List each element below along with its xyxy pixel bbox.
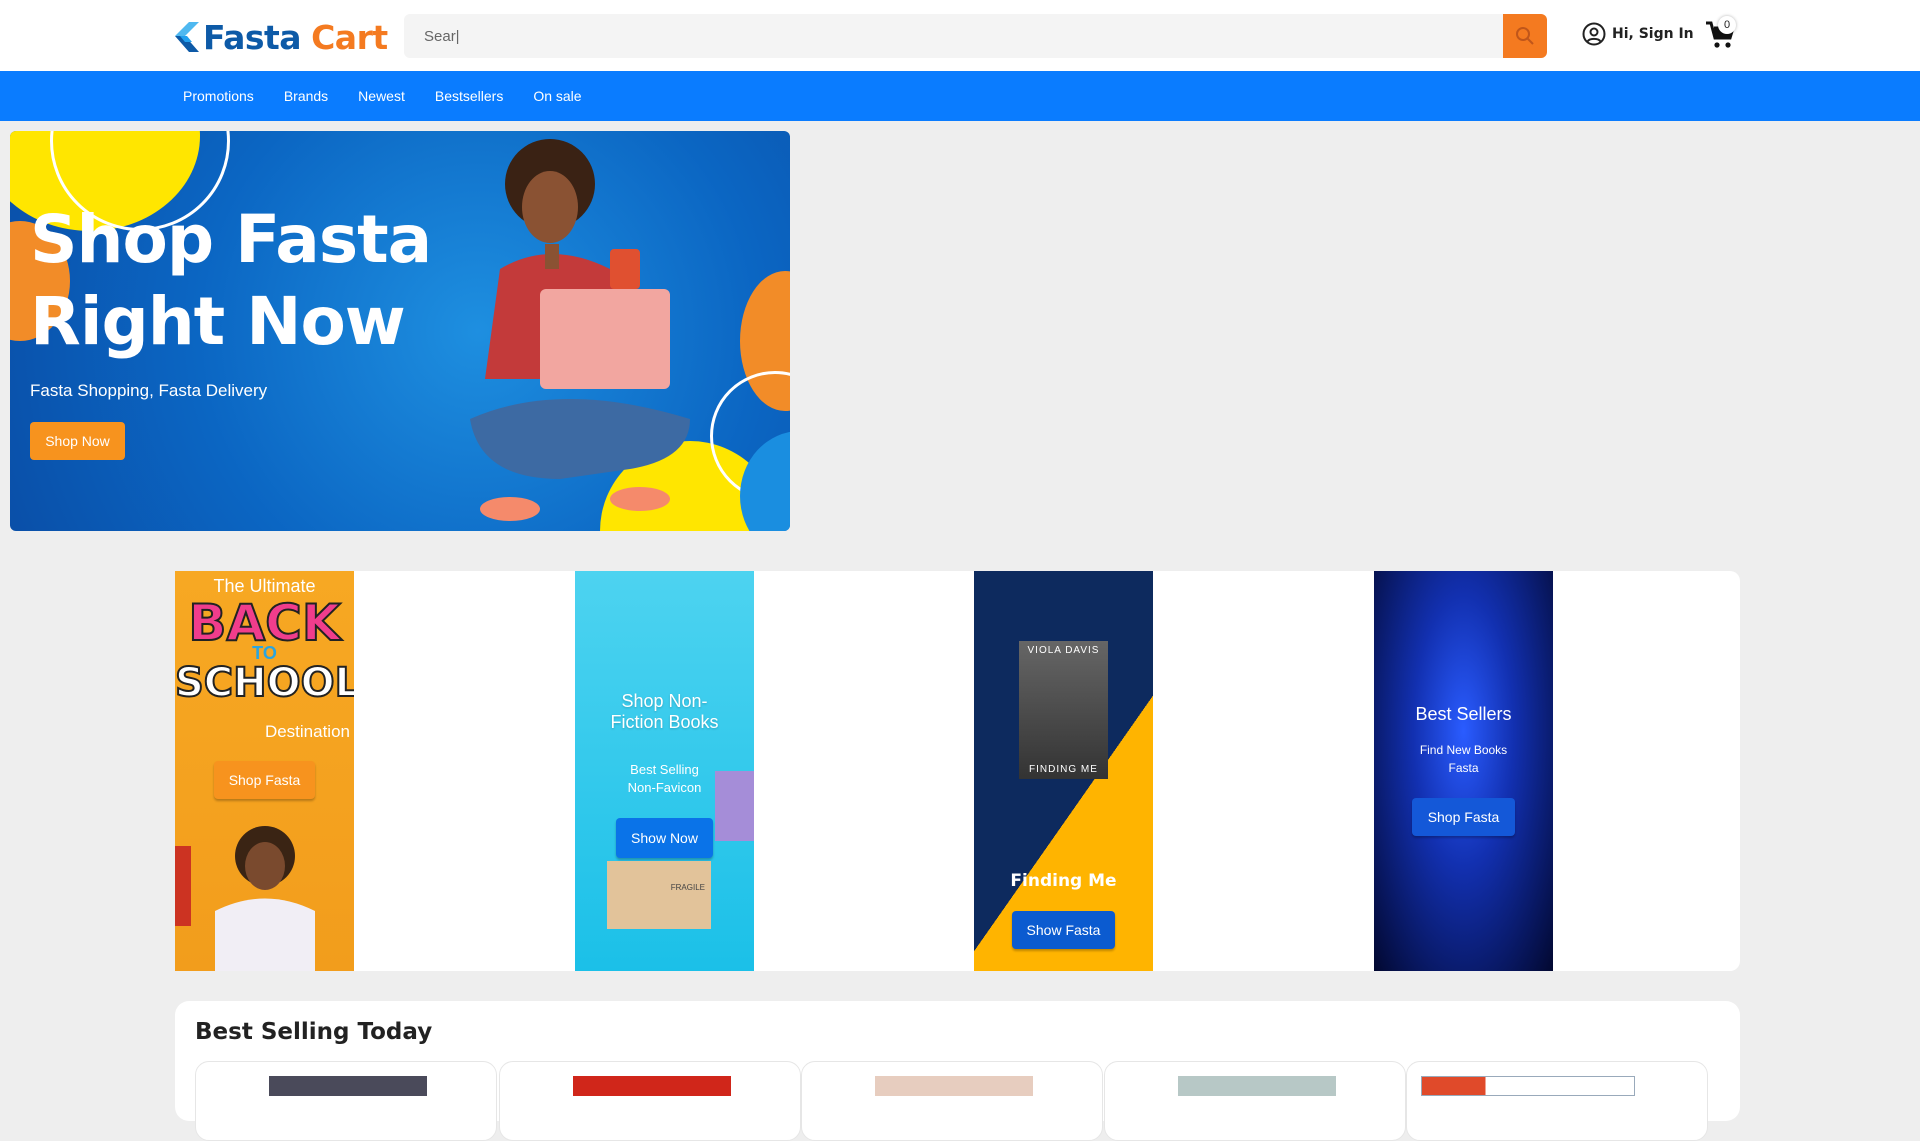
search-input[interactable] <box>404 14 1547 58</box>
hero-title-line1: Shop Fasta <box>30 201 432 278</box>
promo-card-back-to-school[interactable]: The Ultimate BACK TO SCHOOL Destination … <box>175 571 354 971</box>
show-now-button[interactable]: Show Now <box>616 818 713 858</box>
product-image <box>875 1076 1033 1096</box>
logo-text-cart: Cart <box>311 17 388 57</box>
logo-chevron-icon <box>175 22 199 52</box>
promo-title-school: SCHOOL <box>175 659 354 707</box>
promo-card-finding-me[interactable]: VIOLA DAVIS FINDING ME Finding Me Show F… <box>974 571 1153 971</box>
product-card[interactable] <box>1104 1061 1406 1141</box>
shop-fasta-button[interactable]: Shop Fasta <box>214 761 315 799</box>
section-title: Best Selling Today <box>195 1019 433 1045</box>
promo-title-top: The Ultimate <box>213 576 316 596</box>
nav-promotions[interactable]: Promotions <box>183 88 254 104</box>
promo-subtitle: Find New Books Fasta <box>1419 743 1508 775</box>
hero-title: Shop Fasta Right Now <box>30 199 432 363</box>
promo-title-back: BACK <box>187 594 341 652</box>
product-card[interactable] <box>499 1061 801 1141</box>
sign-in-link[interactable]: Hi, Sign In <box>1582 22 1694 46</box>
product-card[interactable] <box>1406 1061 1708 1141</box>
user-circle-icon <box>1582 22 1606 46</box>
logo[interactable]: Fasta Cart <box>175 16 388 58</box>
promo-cards-section: The Ultimate BACK TO SCHOOL Destination … <box>175 571 1740 971</box>
shop-fasta-button[interactable]: Shop Fasta <box>1412 798 1515 836</box>
nav-bar: Promotions Brands Newest Bestsellers On … <box>0 71 1920 121</box>
nav-bestsellers[interactable]: Bestsellers <box>435 88 503 104</box>
product-card[interactable] <box>195 1061 497 1141</box>
box-label: FRAGILE <box>670 883 705 892</box>
book-author: VIOLA DAVIS <box>1027 645 1100 656</box>
box-illustration: FRAGILE <box>607 861 711 929</box>
nav-on-sale[interactable]: On sale <box>533 88 581 104</box>
promo-title-bottom: Destination <box>264 722 350 741</box>
hero-title-line2: Right Now <box>30 283 406 360</box>
book-cover: VIOLA DAVIS FINDING ME <box>1019 641 1108 779</box>
cart-count-badge: 0 <box>1718 16 1736 34</box>
search-icon <box>1516 27 1534 45</box>
promo-card-non-fiction[interactable]: Shop Non-Fiction Books Best Selling Non-… <box>575 571 754 971</box>
show-fasta-button[interactable]: Show Fasta <box>1012 911 1115 949</box>
hero-subtitle: Fasta Shopping, Fasta Delivery <box>30 381 268 400</box>
promo-title: Shop Non-Fiction Books <box>610 691 719 732</box>
logo-text-fasta: Fasta <box>203 17 302 57</box>
promo-card-best-sellers[interactable]: Best Sellers Find New Books Fasta Shop F… <box>1374 571 1553 971</box>
best-selling-section: Best Selling Today <box>175 1001 1740 1141</box>
promo-title: Best Sellers <box>1415 704 1512 724</box>
product-image <box>573 1076 731 1096</box>
product-image <box>1178 1076 1336 1096</box>
cart-illustration <box>715 771 754 841</box>
product-image <box>1421 1076 1635 1096</box>
book-cover-title: FINDING ME <box>1029 764 1098 775</box>
product-card[interactable] <box>801 1061 1103 1141</box>
nav-newest[interactable]: Newest <box>358 88 405 104</box>
nav-brands[interactable]: Brands <box>284 88 328 104</box>
hero-banner: Shop Fasta Right Now Fasta Shopping, Fast… <box>10 131 790 531</box>
product-image <box>269 1076 427 1096</box>
sign-in-label: Hi, Sign In <box>1612 26 1694 42</box>
shop-now-button[interactable]: Shop Now <box>30 422 125 460</box>
hero-person-illustration <box>470 139 690 521</box>
search-button[interactable] <box>1503 14 1547 58</box>
child-illustration <box>175 826 315 971</box>
promo-title: Finding Me <box>1010 871 1117 891</box>
